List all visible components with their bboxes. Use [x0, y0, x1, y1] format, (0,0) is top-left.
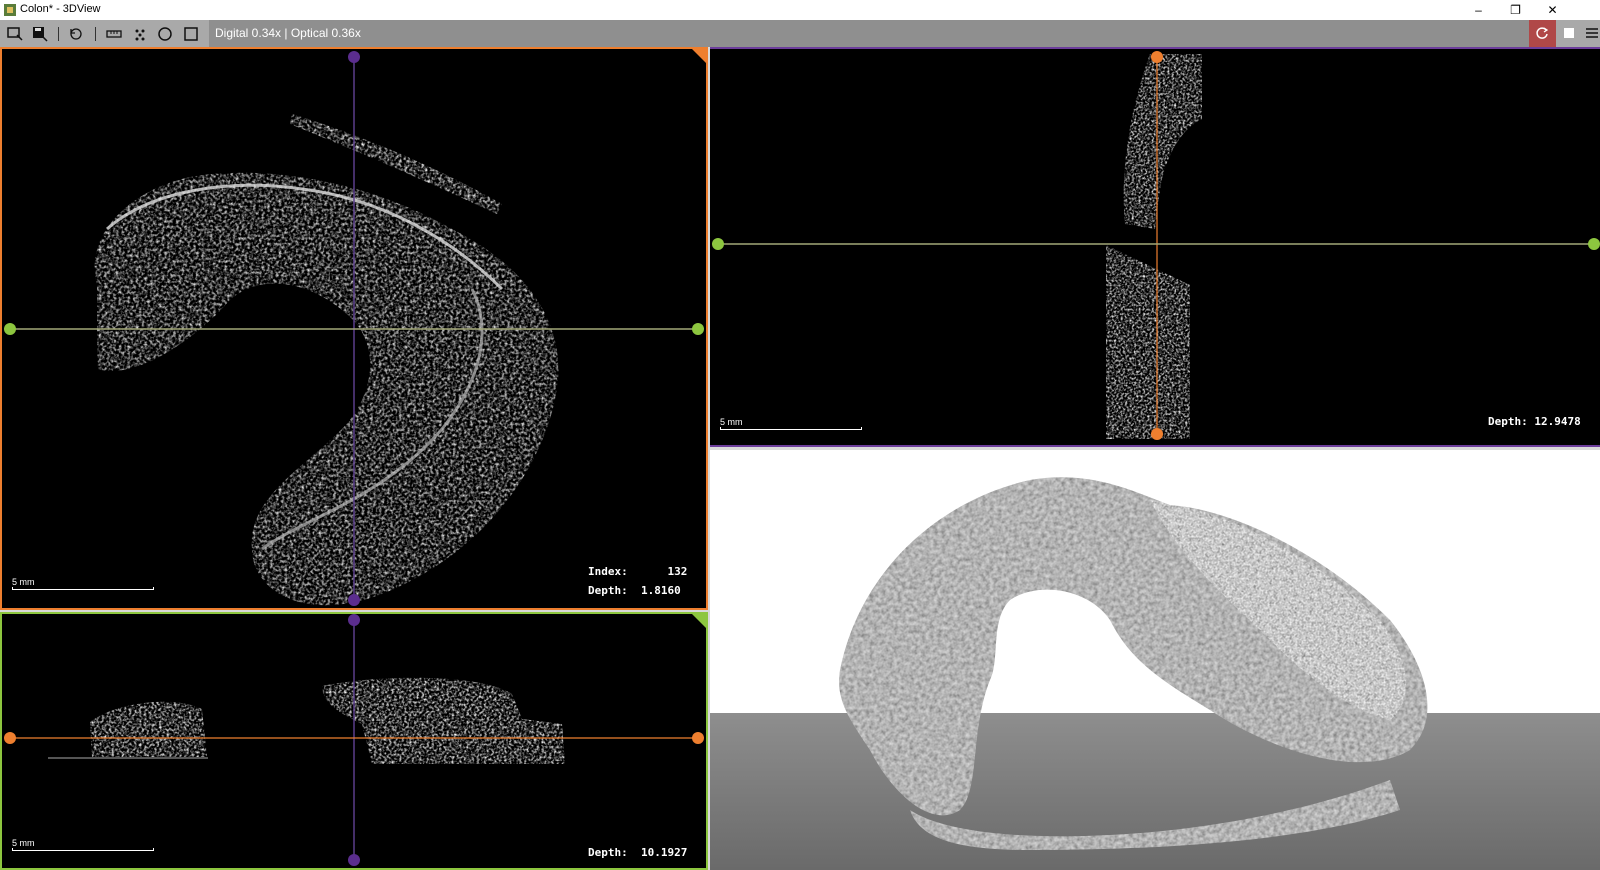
scale-label: 5 mm: [12, 838, 35, 848]
sagittal-crosshair: [718, 57, 1594, 434]
3d-render-view[interactable]: [710, 450, 1600, 870]
axial-index-readout: Index: 132: [588, 565, 687, 578]
depth-label: Depth:: [1488, 415, 1528, 428]
index-value: 132: [667, 565, 688, 578]
zoom-readout: Digital 0.34x | Optical 0.36x: [215, 26, 361, 40]
app-icon: [4, 4, 16, 16]
coronal-view[interactable]: Depth: 10.1927 5 mm: [0, 612, 708, 870]
sagittal-depth-readout: Depth: 12.9478: [1488, 415, 1581, 428]
axial-view[interactable]: Index: 132 Depth: 1.8160 5 mm: [0, 47, 708, 610]
depth-value: 1.8160: [641, 584, 681, 597]
depth-label: Depth:: [588, 584, 628, 597]
point-marker-icon[interactable]: [130, 24, 150, 44]
save-region-icon[interactable]: [30, 24, 50, 44]
minimize-button[interactable]: –: [1460, 0, 1497, 20]
axial-crosshair: [10, 57, 698, 599]
coronal-crosshair: [10, 620, 698, 858]
3d-volume-render: [839, 477, 1428, 850]
fill-square-icon: [1564, 28, 1574, 38]
fill-square-button[interactable]: [1556, 20, 1583, 47]
reset-view-icon[interactable]: [66, 24, 86, 44]
circle-icon[interactable]: [155, 24, 175, 44]
coronal-depth-readout: Depth: 10.1927: [588, 846, 687, 859]
toolbar-separator: [58, 27, 59, 41]
select-region-icon[interactable]: [5, 24, 25, 44]
scale-line: [720, 427, 862, 430]
scale-line: [12, 587, 154, 590]
depth-label: Depth:: [588, 846, 628, 859]
depth-value: 10.1927: [641, 846, 688, 859]
zoom-readout-bar: Digital 0.34x | Optical 0.36x: [209, 20, 1529, 47]
refresh-icon: [1536, 27, 1549, 39]
toolbar: Digital 0.34x | Optical 0.36x: [0, 20, 1600, 47]
close-button[interactable]: ✕: [1534, 0, 1571, 20]
menu-icon: [1586, 28, 1598, 38]
index-label: Index:: [588, 565, 628, 578]
depth-value: 12.9478: [1534, 415, 1581, 428]
sagittal-scale-bar: 5 mm: [720, 417, 862, 430]
sagittal-view[interactable]: Depth: 12.9478 5 mm: [710, 47, 1600, 447]
toolbar-separator: [95, 27, 96, 41]
window-title: Colon* - 3DView: [20, 3, 101, 15]
title-bar: Colon* - 3DView – ❐ ✕: [0, 0, 1600, 20]
axial-depth-readout: Depth: 1.8160: [588, 584, 681, 597]
restore-button[interactable]: ❐: [1497, 0, 1534, 20]
axial-scale-bar: 5 mm: [12, 577, 154, 590]
scale-line: [12, 848, 154, 851]
rectangle-icon[interactable]: [181, 24, 201, 44]
menu-button[interactable]: [1583, 20, 1600, 47]
refresh-button[interactable]: [1529, 20, 1556, 47]
coronal-scale-bar: 5 mm: [12, 838, 154, 851]
ruler-icon[interactable]: [104, 24, 124, 44]
scale-label: 5 mm: [720, 417, 743, 427]
scale-label: 5 mm: [12, 577, 35, 587]
